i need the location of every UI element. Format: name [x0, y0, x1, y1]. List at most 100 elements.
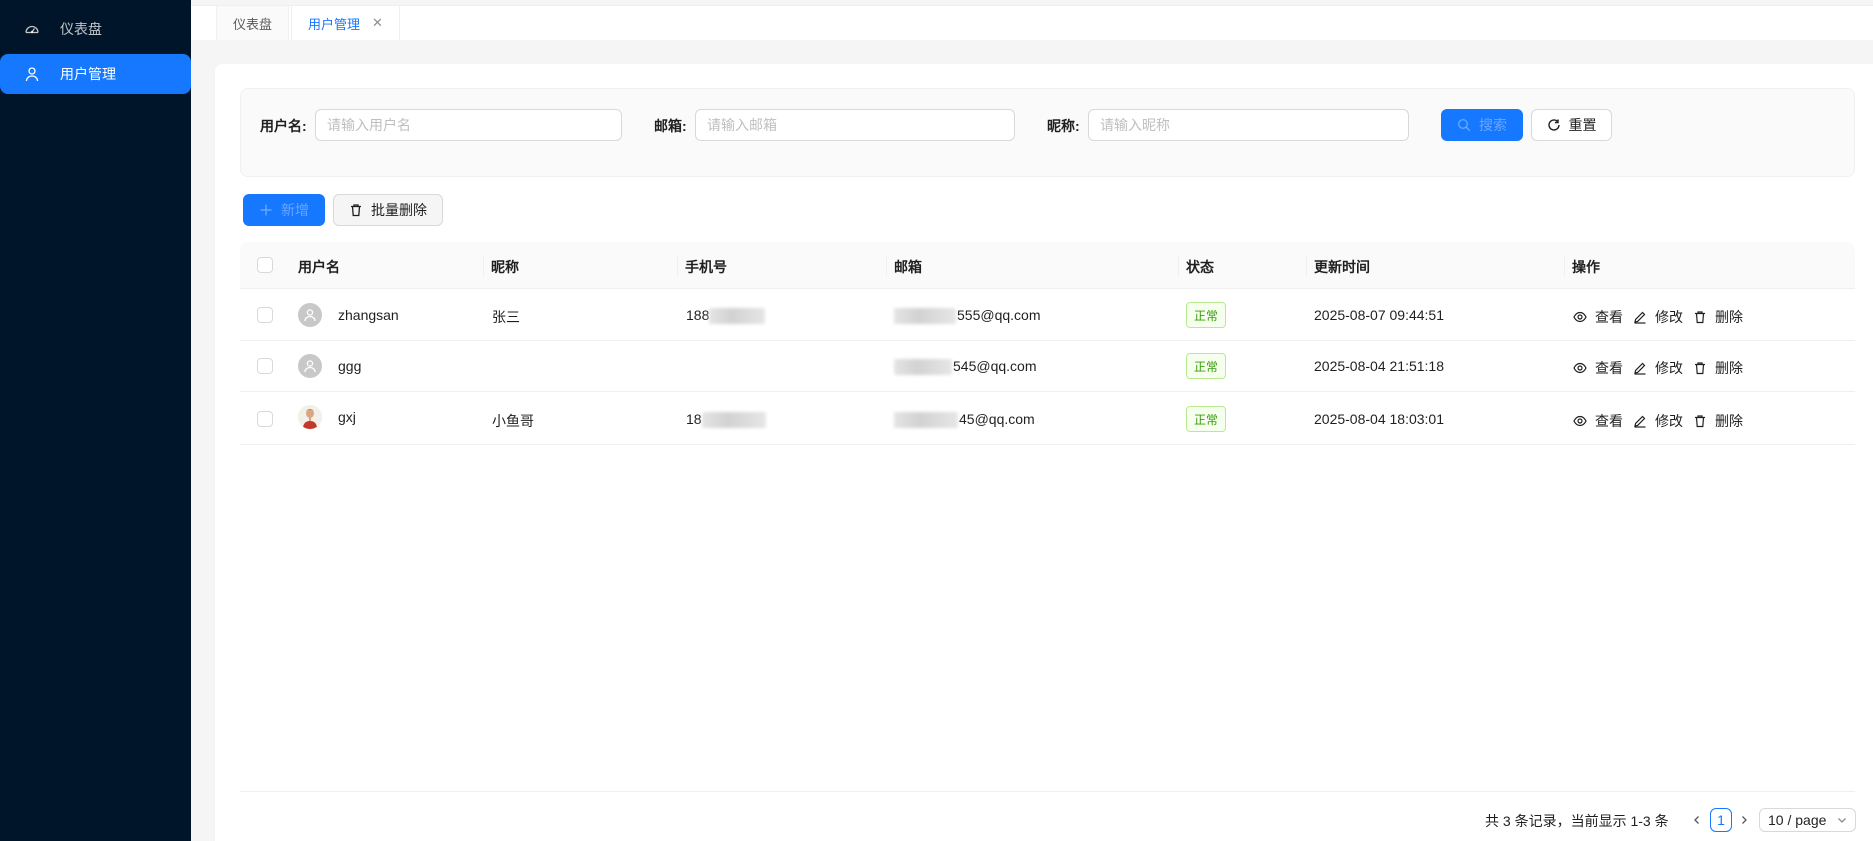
- page-size-value: 10 / page: [1768, 812, 1827, 828]
- trash-icon: [349, 203, 363, 217]
- view-label: 查看: [1595, 413, 1623, 429]
- pagination-divider: [240, 791, 1855, 792]
- eye-icon: [1573, 414, 1587, 428]
- cell-updated: 2025-08-04 18:03:01: [1314, 411, 1444, 427]
- batch-delete-button[interactable]: 批量删除: [333, 194, 443, 226]
- cell-updated: 2025-08-07 09:44:51: [1314, 307, 1444, 323]
- sidebar-item-label: 仪表盘: [60, 21, 102, 37]
- phone-visible: 188: [686, 307, 710, 323]
- add-button[interactable]: 新增: [243, 194, 325, 226]
- column-header-email: 邮箱: [894, 259, 922, 275]
- delete-action[interactable]: 删除: [1693, 307, 1743, 327]
- delete-label: 删除: [1715, 309, 1743, 325]
- sidebar-item-users[interactable]: 用户管理: [0, 54, 191, 94]
- user-icon: [24, 66, 40, 82]
- view-action[interactable]: 查看: [1573, 307, 1623, 327]
- row-checkbox[interactable]: [257, 411, 273, 427]
- page-1-button[interactable]: 1: [1710, 808, 1732, 832]
- redaction-blur: [894, 308, 956, 325]
- eye-icon: [1573, 310, 1587, 324]
- cell-updated: 2025-08-04 21:51:18: [1314, 358, 1444, 374]
- prev-page-button[interactable]: [1690, 810, 1704, 830]
- reset-button-label: 重置: [1568, 117, 1597, 133]
- delete-label: 删除: [1715, 413, 1743, 429]
- chevron-down-icon: [1838, 818, 1846, 823]
- add-button-label: 新增: [281, 202, 309, 218]
- chevron-left-icon: [1694, 816, 1699, 824]
- edit-label: 修改: [1655, 360, 1683, 376]
- cell-username: ggg: [338, 358, 362, 374]
- cell-username: zhangsan: [338, 307, 399, 323]
- column-divider: [1178, 256, 1179, 276]
- username-input[interactable]: [315, 109, 622, 141]
- email-visible: 555@qq.com: [957, 307, 1041, 323]
- close-icon[interactable]: ✕: [372, 15, 383, 31]
- page-size-select[interactable]: 10 / page: [1759, 808, 1856, 832]
- trash-icon: [1693, 361, 1707, 375]
- status-badge: 正常: [1186, 406, 1227, 432]
- column-header-updated: 更新时间: [1314, 259, 1370, 275]
- row-checkbox[interactable]: [257, 307, 273, 323]
- pagination-summary: 共 3 条记录，当前显示 1-3 条: [1485, 813, 1669, 829]
- column-header-status: 状态: [1186, 259, 1214, 275]
- dashboard-icon: [24, 21, 40, 37]
- cell-email: 545@qq.com: [894, 358, 1037, 376]
- nickname-label: 昵称:: [1047, 118, 1080, 134]
- tab-label: 用户管理: [308, 16, 361, 32]
- cell-username: gxj: [338, 409, 356, 425]
- reload-icon: [1547, 118, 1561, 132]
- column-header-username: 用户名: [298, 259, 340, 275]
- tab-dashboard[interactable]: 仪表盘: [216, 5, 290, 40]
- column-divider: [1564, 256, 1565, 276]
- edit-label: 修改: [1655, 413, 1683, 429]
- cell-phone: 188: [686, 307, 766, 325]
- tab-label: 仪表盘: [233, 16, 273, 32]
- column-header-phone: 手机号: [685, 259, 727, 275]
- column-divider: [483, 256, 484, 276]
- sidebar-item-dashboard[interactable]: 仪表盘: [0, 9, 191, 49]
- sidebar: 仪表盘 用户管理: [0, 0, 191, 841]
- edit-action[interactable]: 修改: [1633, 358, 1683, 378]
- tab-user-management[interactable]: 用户管理 ✕: [291, 5, 400, 40]
- edit-action[interactable]: 修改: [1633, 411, 1683, 431]
- email-input[interactable]: [695, 109, 1015, 141]
- column-divider: [886, 256, 887, 276]
- column-header-actions: 操作: [1572, 259, 1600, 275]
- delete-action[interactable]: 删除: [1693, 411, 1743, 431]
- edit-icon: [1633, 361, 1647, 375]
- trash-icon: [1693, 414, 1707, 428]
- search-button[interactable]: 搜索: [1441, 109, 1523, 141]
- sidebar-item-label: 用户管理: [60, 66, 116, 82]
- profile-photo: [298, 405, 322, 429]
- eye-icon: [1573, 361, 1587, 375]
- redaction-blur: [894, 359, 952, 376]
- next-page-button[interactable]: [1737, 810, 1751, 830]
- redaction-blur: [701, 412, 766, 429]
- phone-visible: 18: [686, 411, 702, 427]
- cell-phone: 18: [686, 411, 767, 429]
- search-icon: [1457, 118, 1471, 132]
- edit-icon: [1633, 414, 1647, 428]
- edit-label: 修改: [1655, 309, 1683, 325]
- cell-email: 45@qq.com: [894, 411, 1035, 429]
- cell-email: 555@qq.com: [894, 307, 1041, 325]
- status-badge: 正常: [1186, 353, 1227, 379]
- email-label: 邮箱:: [654, 118, 687, 134]
- plus-icon: [259, 203, 273, 217]
- delete-action[interactable]: 删除: [1693, 358, 1743, 378]
- view-action[interactable]: 查看: [1573, 411, 1623, 431]
- search-button-label: 搜索: [1479, 117, 1507, 133]
- tabs-bar: [191, 0, 1873, 40]
- row-checkbox[interactable]: [257, 358, 273, 374]
- edit-action[interactable]: 修改: [1633, 307, 1683, 327]
- reset-button[interactable]: 重置: [1531, 109, 1612, 141]
- select-all-checkbox[interactable]: [257, 257, 273, 273]
- user-icon: [304, 360, 316, 373]
- avatar: [298, 405, 322, 429]
- cell-nickname: 张三: [492, 309, 520, 325]
- view-action[interactable]: 查看: [1573, 358, 1623, 378]
- nickname-input[interactable]: [1088, 109, 1409, 141]
- redaction-blur: [894, 412, 958, 429]
- email-visible: 545@qq.com: [953, 358, 1037, 374]
- avatar: [298, 303, 322, 327]
